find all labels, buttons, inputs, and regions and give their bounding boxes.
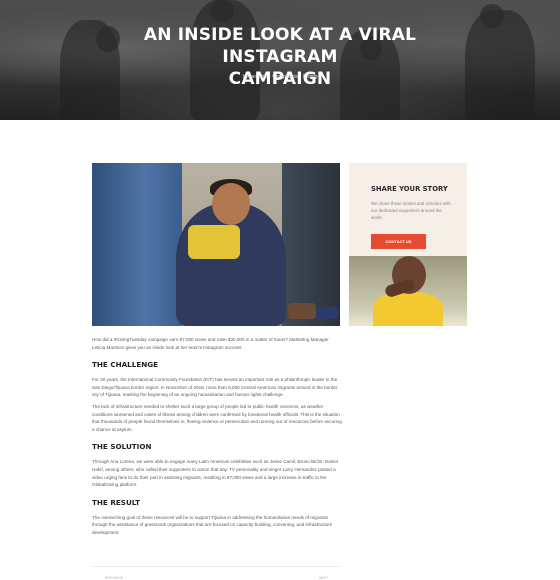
photo-jeans	[92, 163, 182, 326]
sidebar-text: We share these stories and victories wit…	[371, 201, 451, 220]
sidebar-title: SHARE YOUR STORY	[371, 185, 448, 193]
breadcrumb-listing: Listing	[303, 74, 318, 80]
paragraph: The overarching goal of these resources …	[92, 514, 333, 535]
sidebar-image	[349, 256, 467, 326]
page-title-line-1: AN INSIDE LOOK AT A VIRAL INSTAGRAM	[143, 25, 417, 67]
photo-legs	[282, 163, 340, 326]
photo-child-shirt	[188, 225, 240, 259]
share-story-sidebar: SHARE YOUR STORY We share these stories …	[349, 163, 467, 326]
article-body: How did a #GivingTuesday campaign earn 8…	[92, 336, 342, 541]
featured-image	[92, 163, 340, 326]
sidebar-child-shirt	[373, 292, 443, 326]
section-heading-solution: THE SOLUTION	[92, 442, 152, 452]
breadcrumb-homepage[interactable]: Homepage	[243, 74, 267, 80]
next-post-link[interactable]: NEXT	[319, 576, 328, 580]
photo-shoe	[316, 307, 338, 319]
contact-us-button[interactable]: CONTACT US	[371, 234, 426, 249]
breadcrumb-campaigns[interactable]: Campaigns	[272, 74, 297, 80]
photo-child-head	[212, 183, 250, 225]
section-heading-result: THE RESULT	[92, 497, 141, 507]
page-title: AN INSIDE LOOK AT A VIRAL INSTAGRAM CAMP…	[100, 24, 460, 90]
breadcrumb: Homepage Campaigns Listing	[180, 74, 380, 80]
section-heading-challenge: THE CHALLENGE	[92, 360, 159, 370]
photo-shoe	[288, 303, 316, 319]
article-intro: How did a #GivingTuesday campaign earn 8…	[92, 337, 329, 350]
hero-banner: AN INSIDE LOOK AT A VIRAL INSTAGRAM CAMP…	[0, 0, 560, 120]
paragraph: For 30 years, the International Communit…	[92, 377, 338, 398]
paragraph: Through Ana Lorena, we were able to enga…	[92, 459, 338, 488]
previous-post-link[interactable]: PREVIOUS	[105, 576, 123, 580]
paragraph: The lack of infrastructure needed to she…	[92, 403, 342, 432]
divider	[92, 566, 340, 567]
